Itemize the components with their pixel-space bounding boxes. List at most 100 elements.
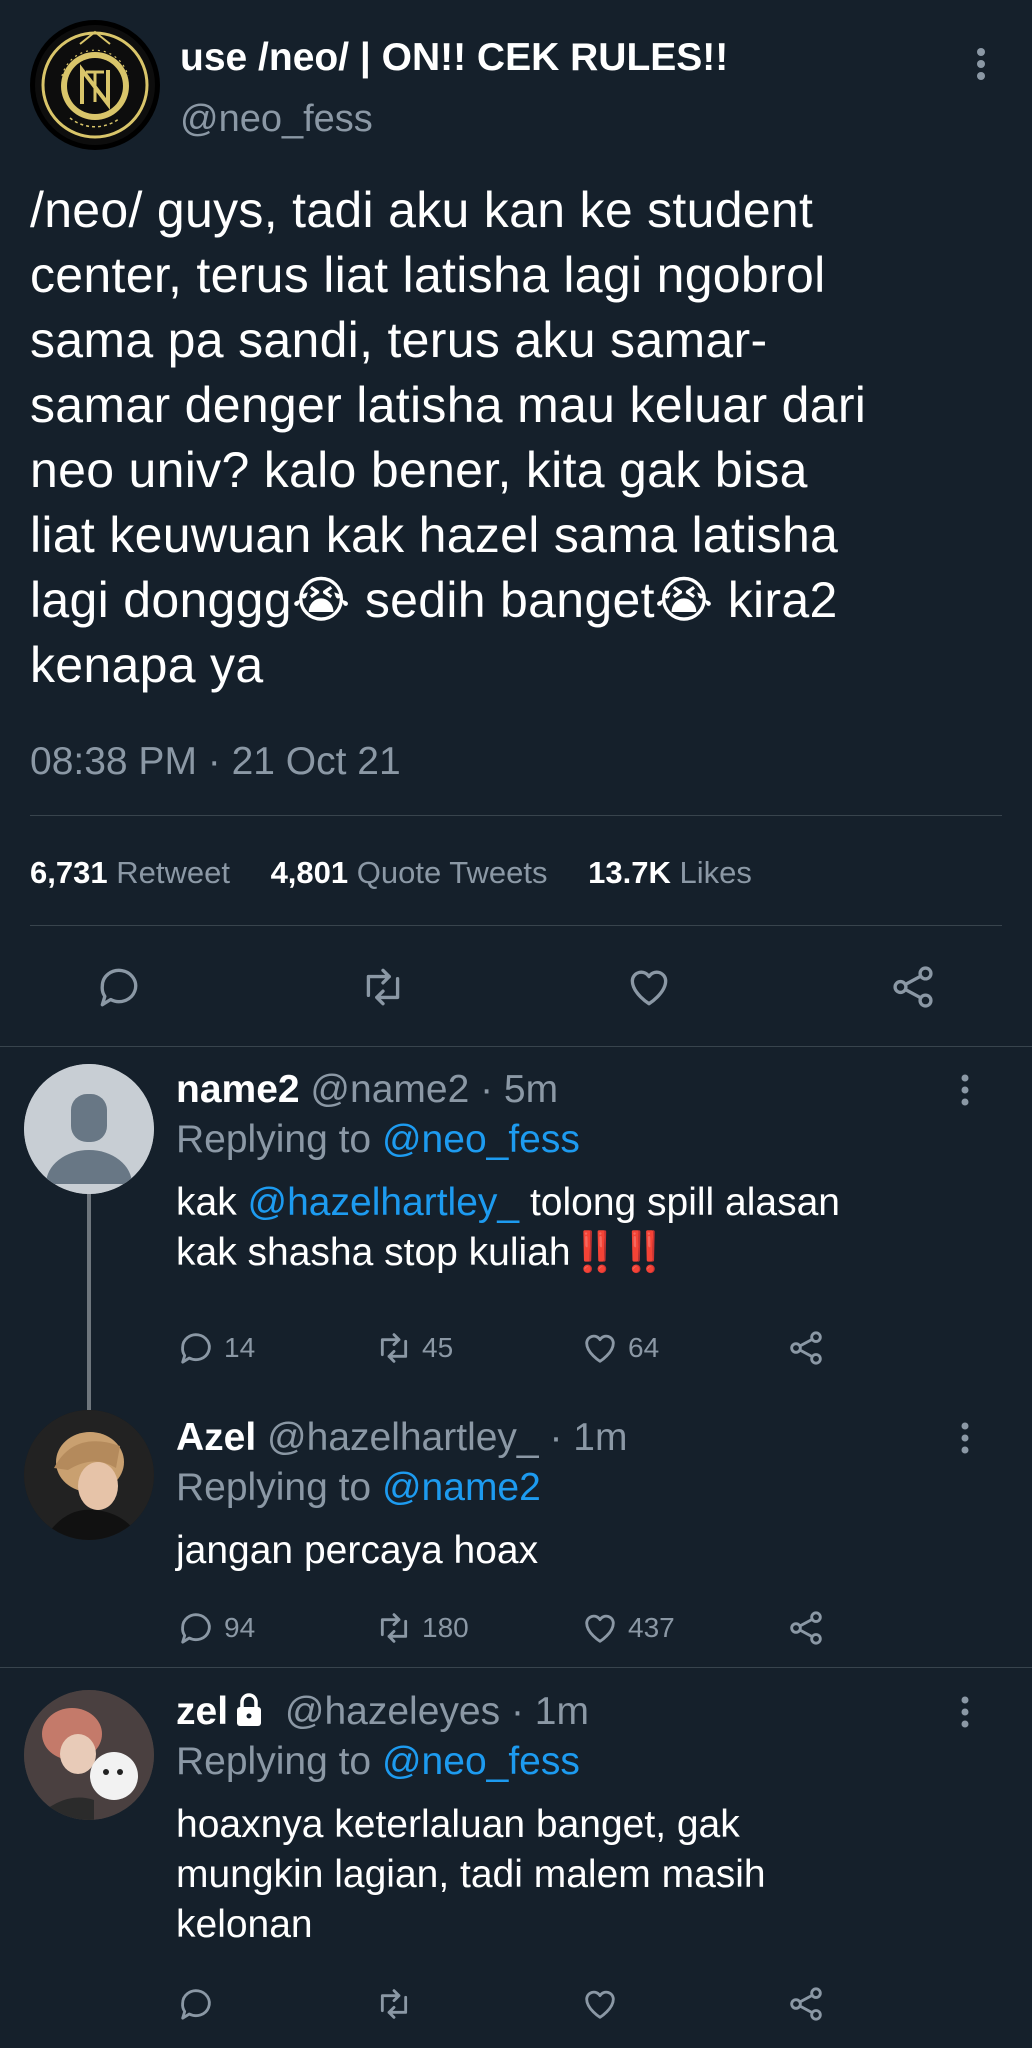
like-icon xyxy=(585,1614,615,1643)
reply-time: · 1m xyxy=(510,1690,589,1733)
replying-to: Replying to @neo_fess xyxy=(176,1740,580,1784)
tweet-line: kenapa ya xyxy=(30,637,264,693)
replying-label: Replying to xyxy=(176,1118,372,1161)
reply-display-name[interactable]: zel xyxy=(176,1690,228,1733)
tweet-line: neo univ? kalo bener, kita gak bisa xyxy=(30,442,808,498)
like-button[interactable]: 437 xyxy=(580,1606,675,1650)
reply-icon xyxy=(181,1989,211,2020)
more-options-icon[interactable] xyxy=(950,1070,980,1110)
share-icon xyxy=(790,1331,822,1365)
reply-icon[interactable] xyxy=(94,962,144,1012)
reply-icon xyxy=(181,1613,211,1644)
retweet-button[interactable] xyxy=(374,1982,422,2026)
tweet-line: center, terus liat latisha lagi ngobrol xyxy=(30,247,826,303)
reply-header: zel @hazeleyes · 1m xyxy=(176,1690,589,1734)
more-options-icon[interactable] xyxy=(966,44,996,84)
replying-label: Replying to xyxy=(176,1466,372,1509)
reply-header: Azel @hazelhartley_ · 1m xyxy=(176,1416,627,1460)
like-count: 64 xyxy=(628,1332,660,1363)
like-button[interactable]: 64 xyxy=(580,1326,659,1370)
crying-emoji: 😭 xyxy=(654,572,714,628)
exclamation-emoji: ‼️‼️ xyxy=(570,1231,668,1274)
reply-time: · 1m xyxy=(549,1416,628,1459)
reply-header: name2 @name2 · 5m xyxy=(176,1068,558,1112)
account-handle[interactable]: @neo_fess xyxy=(180,98,373,141)
share-icon xyxy=(790,1611,822,1645)
retweet-count[interactable]: 6,731 Retweet xyxy=(30,855,262,890)
reply-handle[interactable]: @hazeleyes xyxy=(285,1690,500,1733)
mention-link[interactable]: @hazelhartley_ xyxy=(248,1181,520,1224)
retweet-icon xyxy=(380,1613,408,1643)
replying-to: Replying to @neo_fess xyxy=(176,1118,580,1162)
divider xyxy=(0,1667,1032,1668)
share-button[interactable] xyxy=(786,1326,826,1370)
tweet-line: samar denger latisha mau keluar dari xyxy=(30,377,867,433)
reply-text: hoaxnya keterlaluan banget, gak mungkin … xyxy=(176,1800,766,1950)
tweet-text-segment: sedih banget xyxy=(364,572,655,628)
reply-line: kak @hazelhartley_ tolong spill alasan xyxy=(176,1178,840,1228)
crying-emoji: 😭 xyxy=(291,572,351,628)
retweet-button[interactable]: 45 xyxy=(374,1326,453,1370)
share-button[interactable] xyxy=(786,1982,826,2026)
divider xyxy=(30,815,1002,816)
retweet-icon xyxy=(380,1333,408,1363)
retweet-count: 180 xyxy=(422,1612,469,1643)
reply-time: · 5m xyxy=(480,1068,559,1111)
quote-count[interactable]: 4,801 Quote Tweets xyxy=(271,855,580,890)
reply-line: kelonan xyxy=(176,1903,313,1946)
share-icon[interactable] xyxy=(888,962,938,1012)
thread-connector-line xyxy=(87,1188,91,1410)
like-count: 437 xyxy=(628,1612,675,1643)
replying-to-mention[interactable]: @name2 xyxy=(382,1466,541,1509)
tweet-text-segment: kira2 xyxy=(727,572,838,628)
reply-text: kak @hazelhartley_ tolong spill alasan k… xyxy=(176,1178,840,1278)
nct-emblem-logo xyxy=(35,25,155,145)
lock-icon xyxy=(234,1692,264,1728)
like-icon xyxy=(585,1990,615,2019)
tweet-line: liat keuwuan kak hazel sama latisha xyxy=(30,507,839,563)
retweet-icon[interactable] xyxy=(358,962,408,1012)
avatar-photo[interactable] xyxy=(24,1410,154,1540)
reply-button[interactable] xyxy=(176,1982,224,2026)
tweet-text-segment: lagi donggg xyxy=(30,572,292,628)
reply-line: hoaxnya keterlaluan banget, gak xyxy=(176,1803,740,1846)
tweet-body: /neo/ guys, tadi aku kan ke student cent… xyxy=(30,178,1020,698)
tweet-line: /neo/ guys, tadi aku kan ke student xyxy=(30,182,814,238)
divider xyxy=(30,925,1002,926)
share-button[interactable] xyxy=(786,1606,826,1650)
replying-to: Replying to @name2 xyxy=(176,1466,541,1510)
divider xyxy=(0,1046,1032,1047)
reply-handle[interactable]: @hazelhartley_ xyxy=(267,1416,539,1459)
reply-count: 14 xyxy=(224,1332,256,1363)
avatar-photo[interactable] xyxy=(24,1690,154,1820)
reply-text-segment: kak xyxy=(176,1181,248,1224)
replying-to-mention[interactable]: @neo_fess xyxy=(382,1740,580,1783)
tweet-line: lagi donggg😭 sedih banget😭 kira2 xyxy=(30,568,1020,633)
like-icon[interactable] xyxy=(624,962,674,1012)
like-icon xyxy=(585,1334,615,1363)
avatar-default[interactable] xyxy=(24,1064,154,1194)
account-avatar[interactable] xyxy=(30,20,160,150)
tweet-timestamp[interactable]: 08:38 PM · 21 Oct 21 xyxy=(30,740,401,784)
reply-count: 94 xyxy=(224,1612,256,1643)
share-icon xyxy=(790,1987,822,2021)
reply-text-segment: tolong spill alasan xyxy=(519,1181,840,1224)
retweet-button[interactable]: 180 xyxy=(374,1606,469,1650)
reply-text-segment: kak shasha stop kuliah xyxy=(176,1231,571,1274)
replying-to-mention[interactable]: @neo_fess xyxy=(382,1118,580,1161)
reply-icon xyxy=(181,1333,211,1364)
more-options-icon[interactable] xyxy=(950,1692,980,1732)
like-count[interactable]: 13.7K Likes xyxy=(588,855,784,890)
replying-label: Replying to xyxy=(176,1740,372,1783)
reply-handle[interactable]: @name2 xyxy=(310,1068,469,1111)
retweet-icon xyxy=(380,1989,408,2019)
more-options-icon[interactable] xyxy=(950,1418,980,1458)
reply-button[interactable]: 94 xyxy=(176,1606,255,1650)
reply-text: jangan percaya hoax xyxy=(176,1529,539,1572)
reply-display-name[interactable]: Azel xyxy=(176,1416,256,1459)
account-display-name[interactable]: use /neo/ | ON!! CEK RULES!! xyxy=(180,36,728,80)
reply-display-name[interactable]: name2 xyxy=(176,1068,300,1111)
like-button[interactable] xyxy=(580,1982,628,2026)
main-tweet: use /neo/ | ON!! CEK RULES!! @neo_fess /… xyxy=(0,0,1032,1048)
reply-button[interactable]: 14 xyxy=(176,1326,255,1370)
